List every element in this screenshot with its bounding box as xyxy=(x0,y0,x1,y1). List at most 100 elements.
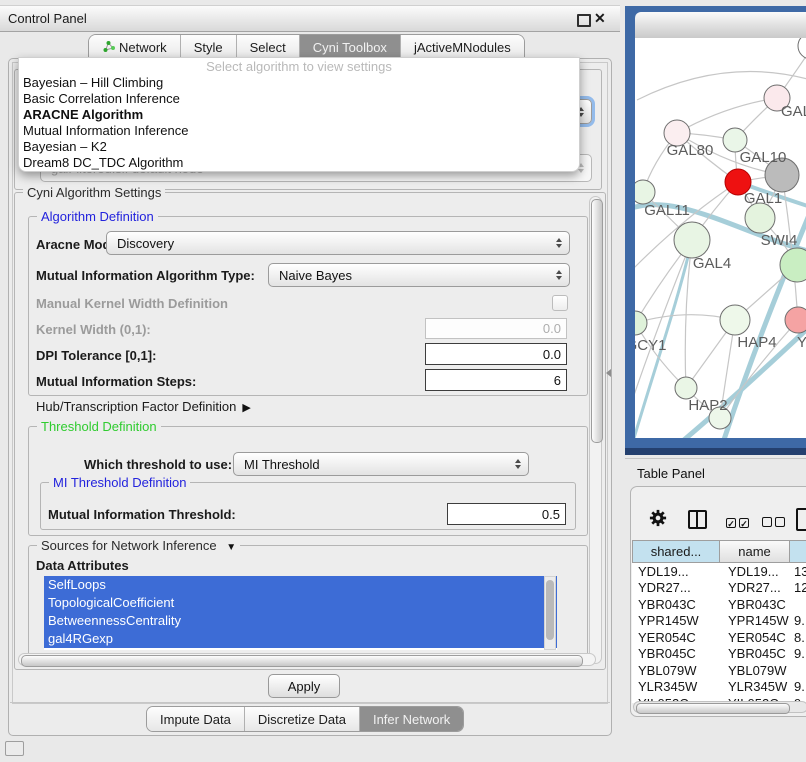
network-view[interactable]: GAL7GAL80GAL10GAL1GAL11SWI4GAL4GCY1HAP4Y… xyxy=(635,38,806,438)
network-node-label: GAL1 xyxy=(744,190,782,207)
column-header-shared[interactable]: shared... xyxy=(632,540,720,563)
attribute-item-selfloops[interactable]: SelfLoops xyxy=(44,576,557,594)
table-cell: YDL19... xyxy=(632,564,720,579)
network-node[interactable] xyxy=(745,203,775,233)
network-node-label: Y xyxy=(797,334,806,351)
network-graph: GAL7GAL80GAL10GAL1GAL11SWI4GAL4GCY1HAP4Y… xyxy=(635,38,806,438)
tab-label: Style xyxy=(194,40,223,55)
table-row[interactable]: YDL19...YDL19...13 xyxy=(632,563,806,580)
network-node[interactable] xyxy=(720,305,750,335)
column-header-av[interactable]: Av xyxy=(790,540,806,563)
mi-steps-field[interactable]: 6 xyxy=(425,369,567,391)
table-cell: YLR345W xyxy=(632,679,720,694)
network-node[interactable] xyxy=(674,222,710,258)
checked-box-icon: ✓ xyxy=(726,518,736,528)
table-cell: YER054C xyxy=(632,630,720,645)
control-panel-title: Control Panel xyxy=(8,6,87,31)
mi-threshold-field[interactable]: 0.5 xyxy=(447,503,566,525)
tab-discretize-data[interactable]: Discretize Data xyxy=(244,707,359,731)
algorithm-option-aracne-algorithm[interactable]: ARACNE Algorithm xyxy=(19,107,579,123)
table-cell: YLR345W xyxy=(720,679,790,694)
float-window-icon[interactable] xyxy=(577,14,591,27)
table-row[interactable]: YBL079WYBL079W xyxy=(632,662,806,679)
manual-kernel-checkbox[interactable] xyxy=(552,295,568,311)
algorithm-option-bayesian-k2[interactable]: Bayesian – K2 xyxy=(19,139,579,155)
table-cell: 12 xyxy=(790,580,806,595)
table-row[interactable]: YDR27...YDR27...12 xyxy=(632,580,806,597)
tab-impute-data[interactable]: Impute Data xyxy=(147,707,244,731)
attribute-item-gal4rgexp[interactable]: gal4RGexp xyxy=(44,630,557,648)
network-node-label: GAL4 xyxy=(693,255,731,272)
network-node[interactable] xyxy=(798,38,806,59)
attributes-list-scrollbar[interactable] xyxy=(544,576,556,650)
splitter-collapse-arrow[interactable] xyxy=(606,369,611,377)
gear-icon[interactable] xyxy=(649,509,667,527)
table-row[interactable]: YER054CYER054C8. xyxy=(632,629,806,646)
column-header-name[interactable]: name xyxy=(720,540,790,563)
table-row[interactable]: YPR145WYPR145W9. xyxy=(632,613,806,630)
control-panel-titlebar: Control Panel ✕ xyxy=(0,5,620,32)
scrollbar-thumb[interactable] xyxy=(546,580,554,640)
kernel-width-label: Kernel Width (0,1): xyxy=(36,322,151,337)
scrollbar-thumb[interactable] xyxy=(636,703,790,714)
attribute-item-topologicalcoefficient[interactable]: TopologicalCoefficient xyxy=(44,594,557,612)
dpi-tolerance-field[interactable]: 0.0 xyxy=(425,343,567,365)
attribute-item-betweennesscentrality[interactable]: BetweennessCentrality xyxy=(44,612,557,630)
algorithm-option-dream8-dc-tdc-algorithm[interactable]: Dream8 DC_TDC Algorithm xyxy=(19,155,579,171)
hub-definition-expander[interactable]: Hub/Transcription Factor Definition▶ xyxy=(36,399,251,414)
network-node[interactable] xyxy=(635,180,655,204)
network-window-titlebar[interactable] xyxy=(635,12,806,39)
algorithm-option-mutual-information-inference[interactable]: Mutual Information Inference xyxy=(19,123,579,139)
table-horizontal-scrollbar[interactable] xyxy=(633,701,806,713)
tab-infer-network[interactable]: Infer Network xyxy=(359,707,463,731)
algorithm-definition-title: Algorithm Definition xyxy=(37,209,158,224)
kernel-width-field[interactable]: 0.0 xyxy=(425,318,567,339)
manual-kernel-label: Manual Kernel Width Definition xyxy=(36,296,228,311)
table-panel-title: Table Panel xyxy=(637,466,705,481)
sources-expander[interactable]: Sources for Network Inference ▼ xyxy=(37,538,240,555)
table-cell: YBL079W xyxy=(720,663,790,678)
columns-icon[interactable] xyxy=(688,510,707,529)
table-cell: 9. xyxy=(790,679,806,694)
table-row[interactable]: YBR045CYBR045C9. xyxy=(632,646,806,663)
tab-label: Network xyxy=(119,40,167,55)
network-edge[interactable] xyxy=(677,98,777,133)
which-threshold-combo[interactable]: MI Threshold xyxy=(233,452,529,476)
mi-type-value: Naive Bayes xyxy=(279,268,352,283)
network-node-label: SWI4 xyxy=(761,232,798,249)
settings-horizontal-scrollbar[interactable] xyxy=(18,653,596,666)
deselect-all-checkboxes-icon[interactable] xyxy=(762,514,788,532)
which-threshold-label: Which threshold to use: xyxy=(84,457,232,472)
network-node[interactable] xyxy=(785,307,806,333)
table-row[interactable]: YLR345WYLR345W9. xyxy=(632,679,806,696)
page-icon[interactable] xyxy=(796,508,806,531)
apply-button[interactable]: Apply xyxy=(268,674,340,698)
panel-divider xyxy=(10,702,610,703)
tab-label: Infer Network xyxy=(373,712,450,727)
network-edge[interactable] xyxy=(761,436,806,438)
aracne-mode-combo[interactable]: Discovery xyxy=(106,231,570,255)
unchecked-box-icon xyxy=(775,517,785,527)
tab-label: Impute Data xyxy=(160,712,231,727)
table-row[interactable]: YBR043CYBR043C xyxy=(632,596,806,613)
table-header: shared...nameAv xyxy=(632,540,806,563)
settings-vertical-scrollbar[interactable] xyxy=(589,196,602,664)
close-window-icon[interactable]: ✕ xyxy=(594,6,606,31)
select-all-checkboxes-icon[interactable]: ✓✓ xyxy=(726,514,752,532)
algorithm-option-basic-correlation-inference[interactable]: Basic Correlation Inference xyxy=(19,91,579,107)
table-body: YDL19...YDL19...13YDR27...YDR27...12YBR0… xyxy=(632,563,806,703)
table-cell: YPR145W xyxy=(720,613,790,628)
scrollbar-thumb[interactable] xyxy=(21,655,583,667)
network-node-label: GAL11 xyxy=(644,202,690,219)
network-node[interactable] xyxy=(635,311,647,335)
checked-box-icon: ✓ xyxy=(739,518,749,528)
network-node[interactable] xyxy=(675,377,697,399)
scrollbar-thumb[interactable] xyxy=(591,199,603,443)
table-cell: YDR27... xyxy=(632,580,720,595)
table-cell: 8. xyxy=(790,630,806,645)
minimized-panel-icon[interactable] xyxy=(5,741,24,756)
table-cell: YBR045C xyxy=(720,646,790,661)
algorithm-option-bayesian-hill-climbing[interactable]: Bayesian – Hill Climbing xyxy=(19,75,579,91)
mi-type-combo[interactable]: Naive Bayes xyxy=(268,263,570,287)
sources-title: Sources for Network Inference xyxy=(41,538,217,553)
